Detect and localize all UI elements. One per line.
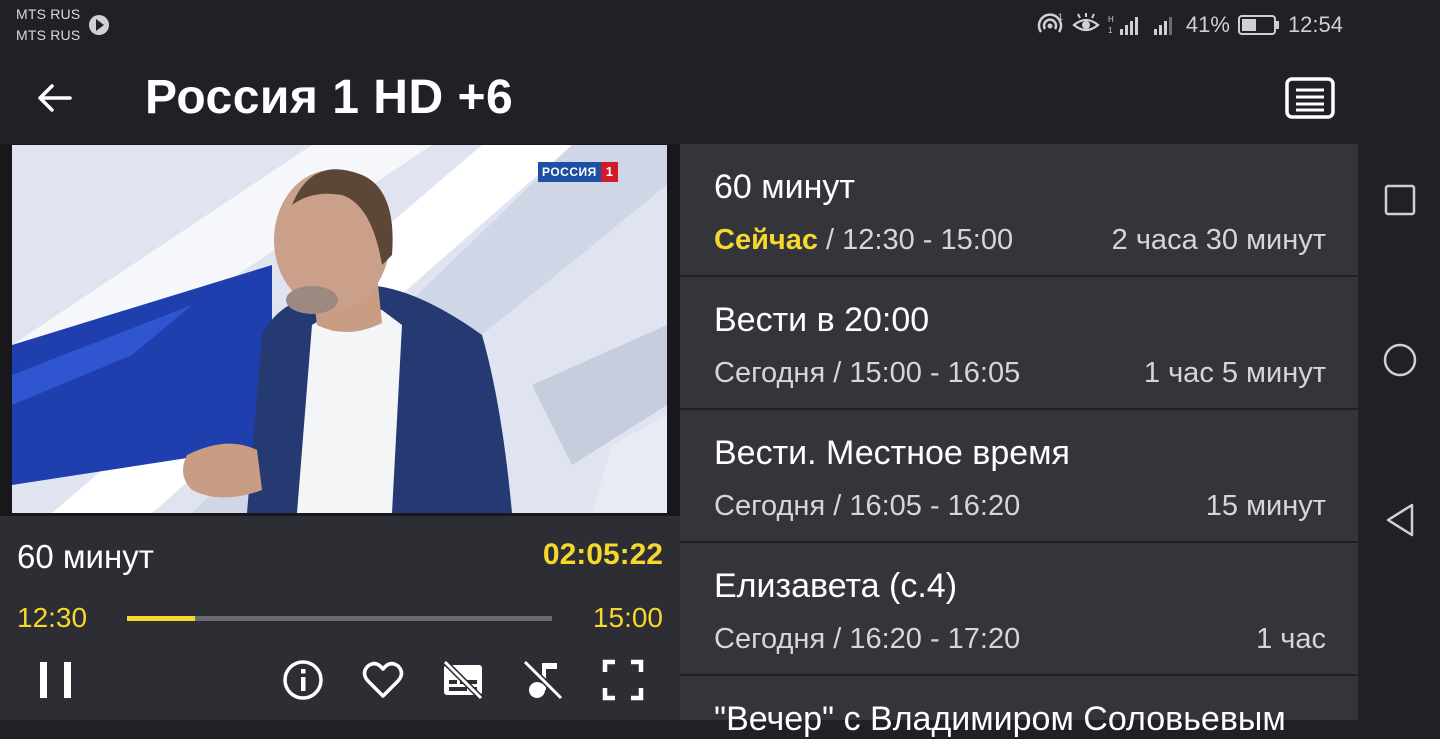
program-title: 60 минут	[714, 168, 855, 206]
program-title: Вести. Местное время	[714, 434, 1070, 472]
svg-text:1: 1	[1108, 26, 1113, 35]
list-item[interactable]: 60 минут Сейчас / 12:30 - 15:00 2 часа 3…	[680, 144, 1358, 275]
list-item[interactable]: "Вечер" с Владимиром Соловьевым	[680, 676, 1358, 738]
carrier-label: MTS RUS	[16, 27, 81, 43]
subtitles-off-icon[interactable]	[441, 658, 485, 702]
status-indicators: 1 H 1 41% 12:54	[1036, 12, 1343, 38]
program-time: Сегодня / 15:00 - 16:05	[714, 357, 1021, 389]
play-store-icon	[89, 15, 109, 35]
signal-icon: H 1	[1108, 15, 1138, 35]
start-time: 12:30	[17, 602, 88, 633]
program-time: Сегодня / 16:05 - 16:20	[714, 490, 1021, 522]
now-label: Сейчас	[714, 224, 818, 256]
program-duration: 1 час 5 минут	[1143, 357, 1326, 389]
svg-text:H: H	[1108, 15, 1114, 24]
program-time: Сегодня / 16:20 - 17:20	[714, 623, 1021, 655]
end-time: 15:00	[592, 602, 663, 633]
system-nav-bar	[1360, 0, 1440, 720]
list-item[interactable]: Елизавета (с.4) Сегодня / 16:20 - 17:20 …	[680, 543, 1358, 674]
eye-icon	[1072, 13, 1100, 32]
list-item[interactable]: Вести в 20:00 Сегодня / 15:00 - 16:05 1 …	[680, 277, 1358, 408]
channel-logo: РОССИЯ 1	[538, 162, 618, 182]
page-title: Россия 1 HD +6	[145, 71, 514, 124]
progress-fill	[127, 616, 195, 621]
video-frame-image	[12, 145, 667, 513]
back-nav-icon[interactable]	[1380, 500, 1420, 540]
program-duration: 2 часа 30 минут	[1111, 224, 1326, 256]
list-item[interactable]: Вести. Местное время Сегодня / 16:05 - 1…	[680, 410, 1358, 541]
arrow-back-icon[interactable]	[30, 78, 80, 118]
player-panel: 60 минут 02:05:22 12:30 15:00	[0, 516, 680, 720]
signal-icon	[1153, 17, 1172, 35]
program-duration: 1 час	[1256, 623, 1326, 655]
program-title: 60 минут	[17, 538, 154, 575]
app-bar: Россия 1 HD +6	[0, 50, 1360, 144]
program-title: Елизавета (с.4)	[714, 567, 958, 605]
epg-list: 60 минут Сейчас / 12:30 - 15:00 2 часа 3…	[680, 144, 1360, 738]
battery-percent: 41%	[1185, 12, 1230, 37]
program-duration: 15 минут	[1205, 490, 1326, 522]
status-bar: MTS RUS MTS RUS 1 H 1 41% 12:54	[0, 0, 1360, 50]
video-player[interactable]: РОССИЯ 1	[12, 145, 667, 513]
home-icon[interactable]	[1380, 340, 1420, 380]
heart-icon[interactable]	[361, 658, 405, 702]
svg-text:1: 1	[1058, 12, 1063, 22]
audio-track-off-icon[interactable]	[521, 658, 565, 702]
carrier-label: MTS RUS	[16, 6, 81, 22]
remaining-time: 02:05:22	[542, 538, 663, 571]
progress-bar[interactable]	[127, 616, 552, 621]
program-time: Сейчас / 12:30 - 15:00	[714, 224, 1014, 256]
pause-icon[interactable]	[34, 658, 78, 702]
clock: 12:54	[1287, 12, 1343, 37]
info-icon[interactable]	[281, 658, 325, 702]
list-icon[interactable]	[1284, 76, 1336, 120]
battery-icon	[1237, 15, 1279, 35]
program-title: Вести в 20:00	[714, 301, 930, 339]
hotspot-icon: 1	[1037, 12, 1063, 33]
recent-apps-icon[interactable]	[1380, 180, 1420, 220]
fullscreen-icon[interactable]	[601, 658, 645, 702]
